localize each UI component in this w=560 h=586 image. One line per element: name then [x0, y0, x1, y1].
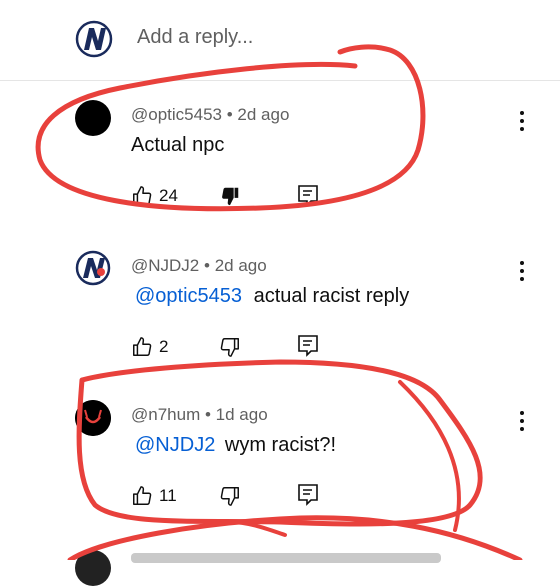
- comment-meta-cutoff: [131, 553, 441, 563]
- comment-item: @n7hum • 1d ago @NJDJ2 wym racist?! 11: [0, 381, 560, 521]
- thumbs-down-icon: [219, 336, 241, 358]
- comment-text: Actual npc: [131, 134, 224, 157]
- comment-meta: @optic5453 • 2d ago: [131, 105, 289, 125]
- reply-input[interactable]: Add a reply...: [137, 26, 253, 49]
- comment-body: Actual npc: [131, 134, 225, 156]
- user-avatar[interactable]: [75, 20, 113, 58]
- thumbs-up-icon: [131, 185, 153, 207]
- thumbs-up-icon: [131, 336, 153, 358]
- thumbs-down-filled-icon: [219, 185, 241, 207]
- dislike-button[interactable]: [219, 485, 241, 507]
- reply-icon-button[interactable]: [297, 334, 319, 358]
- like-count: 2: [159, 337, 169, 356]
- comment-item: @NJDJ2 • 2d ago @optic5453 actual racist…: [0, 231, 560, 371]
- reply-icon-button[interactable]: [297, 483, 319, 507]
- thumbs-up-icon: [131, 485, 153, 507]
- comment-body: wym racist?!: [224, 434, 336, 456]
- dislike-button[interactable]: [219, 185, 241, 207]
- avatar[interactable]: [75, 250, 111, 286]
- dislike-button[interactable]: [219, 336, 241, 358]
- comment-reply-icon: [297, 483, 319, 507]
- like-button[interactable]: 2: [131, 336, 168, 358]
- thumbs-down-icon: [219, 485, 241, 507]
- comment-text: @optic5453 actual racist reply: [131, 285, 409, 308]
- reply-bar: Add a reply...: [0, 0, 560, 80]
- comment-reply-icon: [297, 184, 319, 208]
- comment-time: 2d ago: [237, 105, 290, 124]
- like-button[interactable]: 24: [131, 185, 178, 207]
- comment-meta: @NJDJ2 • 2d ago: [131, 256, 267, 276]
- separator-dot: •: [204, 256, 215, 275]
- comment-item-partial: [0, 531, 560, 586]
- more-options-icon[interactable]: [512, 409, 532, 433]
- like-button[interactable]: 11: [131, 485, 177, 507]
- avatar[interactable]: [75, 100, 111, 136]
- avatar[interactable]: [75, 400, 111, 436]
- reply-icon-button[interactable]: [297, 184, 319, 208]
- separator-dot: •: [204, 405, 216, 424]
- mention-link[interactable]: @NJDJ2: [135, 434, 215, 456]
- comment-time: 1d ago: [215, 405, 268, 424]
- like-count: 24: [159, 186, 178, 205]
- separator-dot: •: [226, 105, 238, 124]
- comment-author[interactable]: @NJDJ2: [131, 256, 199, 275]
- comment-reply-icon: [297, 334, 319, 358]
- comment-body: actual racist reply: [253, 285, 410, 307]
- mention-link[interactable]: @optic5453: [135, 285, 242, 307]
- more-options-icon[interactable]: [512, 259, 532, 283]
- more-options-icon[interactable]: [512, 109, 532, 133]
- comment-author[interactable]: @n7hum: [131, 405, 200, 424]
- comment-text: @NJDJ2 wym racist?!: [131, 434, 336, 457]
- like-count: 11: [159, 486, 177, 505]
- comment-item: @optic5453 • 2d ago Actual npc 24: [0, 81, 560, 221]
- comment-time: 2d ago: [214, 256, 267, 275]
- avatar[interactable]: [75, 550, 111, 586]
- comment-meta: @n7hum • 1d ago: [131, 405, 268, 425]
- comment-author[interactable]: @optic5453: [131, 105, 222, 124]
